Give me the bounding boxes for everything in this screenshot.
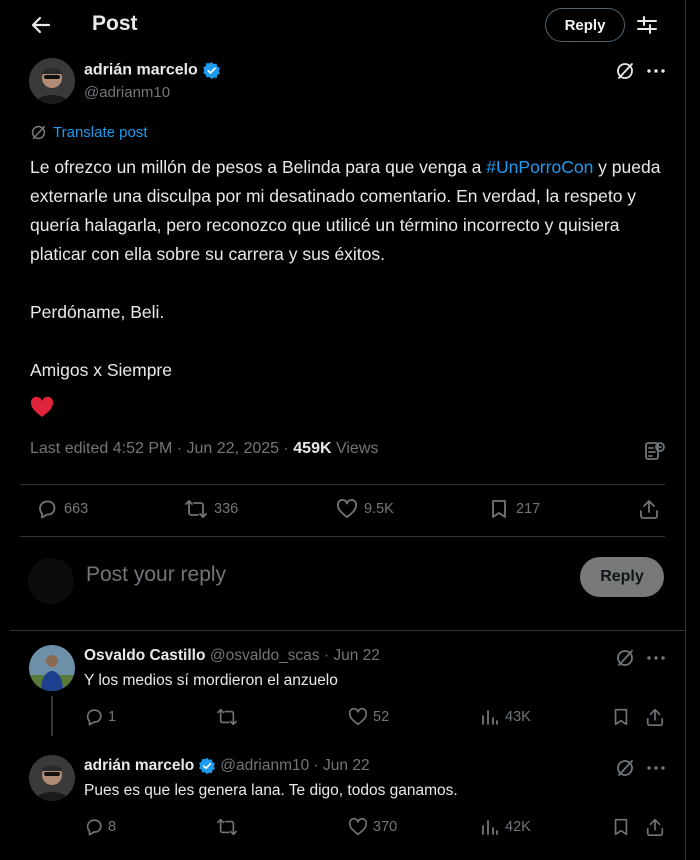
views-count: 459K — [293, 440, 332, 457]
heart-icon — [336, 498, 358, 520]
back-arrow-icon[interactable] — [30, 14, 52, 36]
views-count: 43K — [505, 709, 531, 725]
like-count: 370 — [373, 819, 398, 835]
reply-count: 663 — [64, 501, 89, 517]
share-icon[interactable] — [645, 707, 665, 727]
edited-label[interactable]: Last edited 4:52 PM · Jun 22, 2025 · — [30, 440, 293, 457]
author-name-link[interactable]: adrián marcelo — [84, 61, 221, 80]
analytics-icon[interactable] — [644, 440, 666, 462]
reply-count: 1 — [108, 709, 117, 725]
divider — [20, 536, 665, 537]
like-action[interactable]: 9.5K — [336, 498, 394, 520]
more-options-icon[interactable] — [646, 61, 666, 81]
bookmark-icon — [488, 498, 510, 520]
divider — [20, 484, 665, 485]
bookmark-action[interactable]: 217 — [488, 498, 540, 520]
bookmark-count: 217 — [516, 501, 541, 517]
reply-bubble-icon — [84, 817, 104, 837]
reply-author-name[interactable]: adrián marcelo — [84, 757, 194, 775]
reply-count: 8 — [108, 819, 117, 835]
repost-count: 336 — [214, 501, 239, 517]
reply-meta[interactable]: @osvaldo_scas · Jun 22 — [210, 647, 380, 664]
verified-badge-icon — [202, 61, 221, 80]
heart-icon — [348, 817, 368, 837]
page-title: Post — [92, 12, 138, 35]
divider — [10, 630, 685, 631]
reply-header: Osvaldo Castillo @osvaldo_scas · Jun 22 — [84, 647, 380, 665]
reply-like-action[interactable]: 52 — [348, 707, 389, 727]
settings-sliders-icon[interactable] — [636, 14, 658, 36]
reply-avatar[interactable] — [29, 755, 75, 801]
grok-icon[interactable] — [615, 61, 635, 81]
reply-like-action[interactable]: 370 — [348, 817, 397, 837]
red-heart-emoji-icon — [30, 396, 54, 418]
reply-meta[interactable]: @adrianm10 · Jun 22 — [220, 757, 369, 775]
repost-icon[interactable] — [216, 817, 238, 837]
repost-icon — [184, 498, 208, 520]
like-count: 52 — [373, 709, 390, 725]
repost-action[interactable]: 336 — [184, 498, 238, 520]
verified-badge-icon — [198, 757, 216, 775]
share-icon[interactable] — [645, 817, 665, 837]
reply-header: adrián marcelo @adrianm10 · Jun 22 — [84, 757, 370, 775]
more-options-icon[interactable] — [646, 648, 666, 668]
bookmark-icon[interactable] — [611, 817, 631, 837]
current-user-avatar — [28, 558, 74, 604]
grok-icon[interactable] — [615, 758, 635, 778]
post-text-before: Le ofrezco un millón de pesos a Belinda … — [30, 157, 487, 177]
views-label: Views — [331, 440, 379, 457]
reply-input[interactable]: Post your reply — [86, 563, 226, 587]
post-text-after: y pueda externarle una disculpa por mi d… — [30, 157, 661, 380]
repost-icon[interactable] — [216, 707, 238, 727]
translate-icon — [30, 124, 47, 141]
more-options-icon[interactable] — [646, 758, 666, 778]
post-text: Le ofrezco un millón de pesos a Belinda … — [30, 153, 680, 385]
author-handle[interactable]: @adrianm10 — [84, 84, 170, 101]
reply-text: Pues es que les genera lana. Te digo, to… — [84, 782, 458, 799]
reply-action[interactable]: 663 — [36, 498, 88, 520]
grok-icon[interactable] — [615, 648, 635, 668]
reply-submit-button[interactable]: Reply — [580, 557, 664, 597]
hashtag-link[interactable]: #UnPorroCon — [486, 157, 593, 177]
post-meta: Last edited 4:52 PM · Jun 22, 2025 · 459… — [30, 440, 378, 458]
translate-label: Translate post — [53, 124, 148, 141]
heart-icon — [348, 707, 368, 727]
reply-bubble-icon — [84, 707, 104, 727]
author-avatar[interactable] — [29, 58, 75, 104]
reply-button-header[interactable]: Reply — [545, 8, 625, 42]
translate-post-link[interactable]: Translate post — [30, 124, 148, 141]
like-count: 9.5K — [364, 501, 394, 517]
reply-author-name[interactable]: Osvaldo Castillo — [84, 647, 205, 664]
reply-avatar[interactable] — [29, 645, 75, 691]
reply-reply-action[interactable]: 1 — [84, 707, 116, 727]
thread-line — [51, 696, 53, 736]
reply-reply-action[interactable]: 8 — [84, 817, 116, 837]
author-name: adrián marcelo — [84, 61, 198, 79]
bookmark-icon[interactable] — [611, 707, 631, 727]
reply-text: Y los medios sí mordieron el anzuelo — [84, 672, 338, 689]
share-icon[interactable] — [638, 498, 660, 520]
reply-views-action[interactable]: 43K — [480, 707, 531, 727]
views-count: 42K — [505, 819, 531, 835]
views-bar-chart-icon — [480, 817, 500, 837]
reply-views-action[interactable]: 42K — [480, 817, 531, 837]
views-bar-chart-icon — [480, 707, 500, 727]
reply-bubble-icon — [36, 498, 58, 520]
